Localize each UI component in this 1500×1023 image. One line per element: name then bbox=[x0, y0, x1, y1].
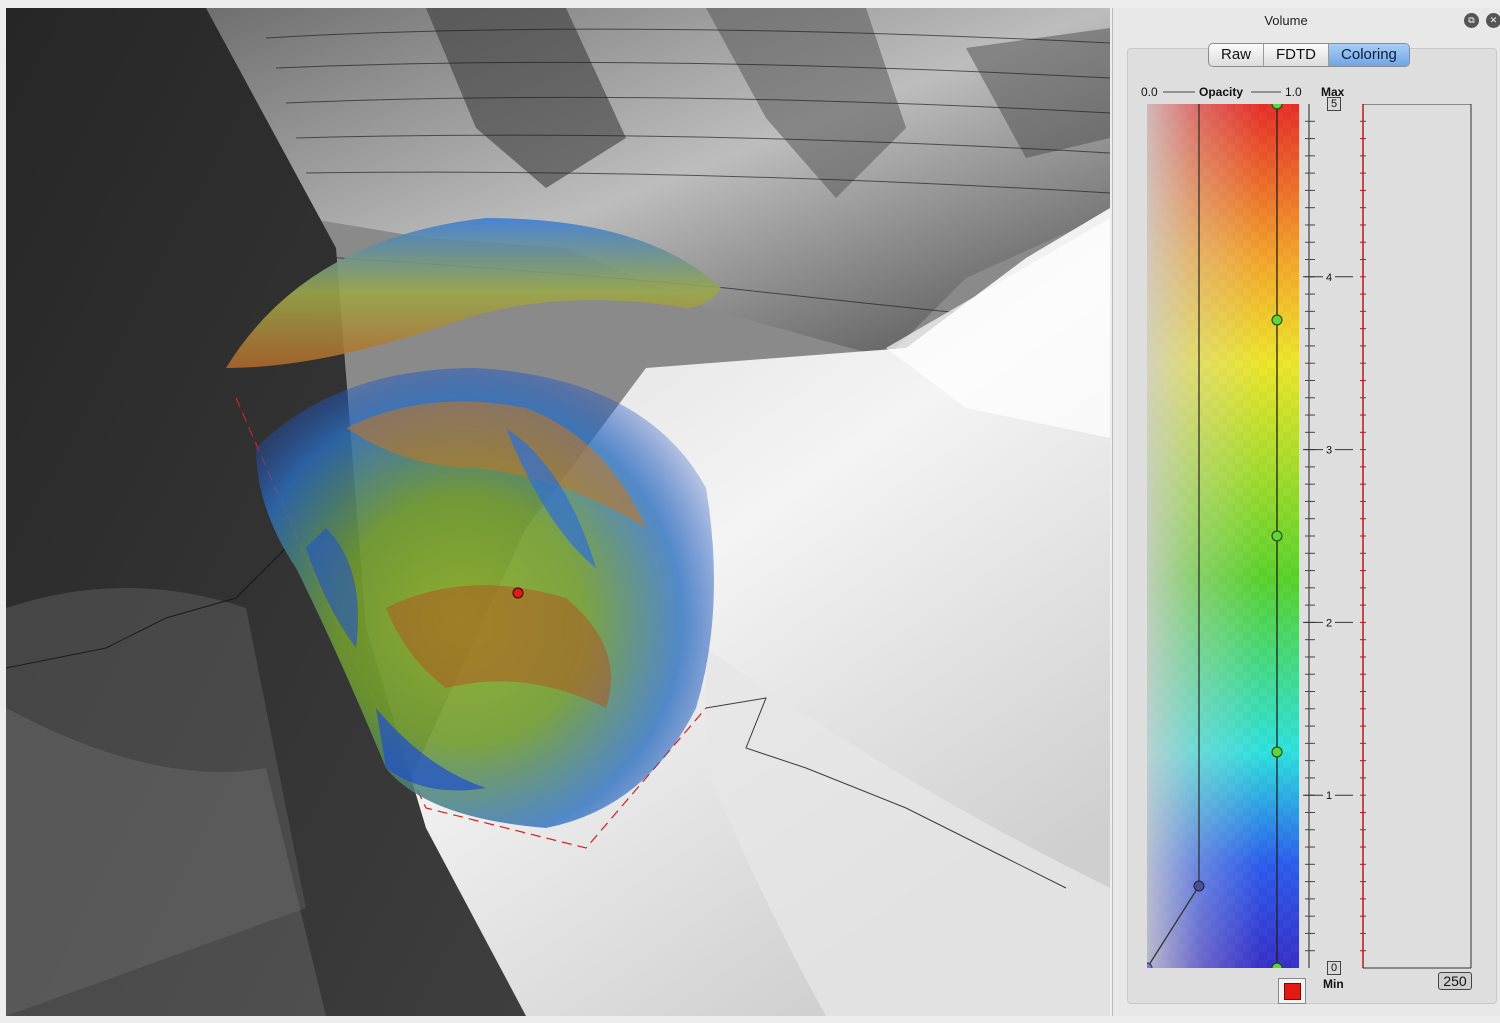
tab-raw[interactable]: Raw bbox=[1209, 44, 1265, 66]
panel-title: Volume bbox=[1264, 13, 1308, 28]
selected-color-swatch[interactable] bbox=[1278, 978, 1306, 1004]
selected-color-fill bbox=[1284, 983, 1301, 1000]
transfer-function-editor[interactable] bbox=[1147, 104, 1299, 968]
value-scale: 4 3 2 1 bbox=[1303, 103, 1473, 984]
color-stop-point[interactable] bbox=[1271, 746, 1283, 758]
scale-tick-label: 1 bbox=[1326, 790, 1332, 802]
float-window-icon[interactable]: ⧉ bbox=[1464, 13, 1479, 28]
tab-bar: Raw FDTD Coloring bbox=[1208, 43, 1410, 67]
min-label: Min bbox=[1323, 977, 1344, 991]
tab-coloring[interactable]: Coloring bbox=[1329, 44, 1409, 66]
scale-minor-ticks bbox=[1305, 120, 1366, 952]
close-icon[interactable]: ✕ bbox=[1486, 13, 1500, 28]
opacity-min-label: 0.0 bbox=[1141, 85, 1158, 99]
opacity-header-lines bbox=[1163, 91, 1281, 93]
color-stop-point[interactable] bbox=[1271, 314, 1283, 326]
color-stop-point[interactable] bbox=[1271, 530, 1283, 542]
3d-viewport[interactable] bbox=[6, 8, 1110, 1016]
scale-tick-label: 4 bbox=[1326, 272, 1332, 284]
opacity-control-point[interactable] bbox=[1193, 880, 1205, 892]
tab-fdtd[interactable]: FDTD bbox=[1264, 44, 1330, 66]
min-value-box[interactable]: 0 bbox=[1327, 961, 1341, 975]
scale-tick-label: 2 bbox=[1326, 617, 1332, 629]
volume-probe-point[interactable] bbox=[512, 587, 524, 599]
scale-tick-label: 3 bbox=[1326, 445, 1332, 457]
volume-panel: Volume ⧉ ✕ Raw FDTD Coloring 0.0 Opacity… bbox=[1112, 8, 1500, 1016]
histogram-count-box[interactable]: 250 bbox=[1438, 972, 1472, 990]
max-value-box[interactable]: 5 bbox=[1327, 97, 1341, 111]
